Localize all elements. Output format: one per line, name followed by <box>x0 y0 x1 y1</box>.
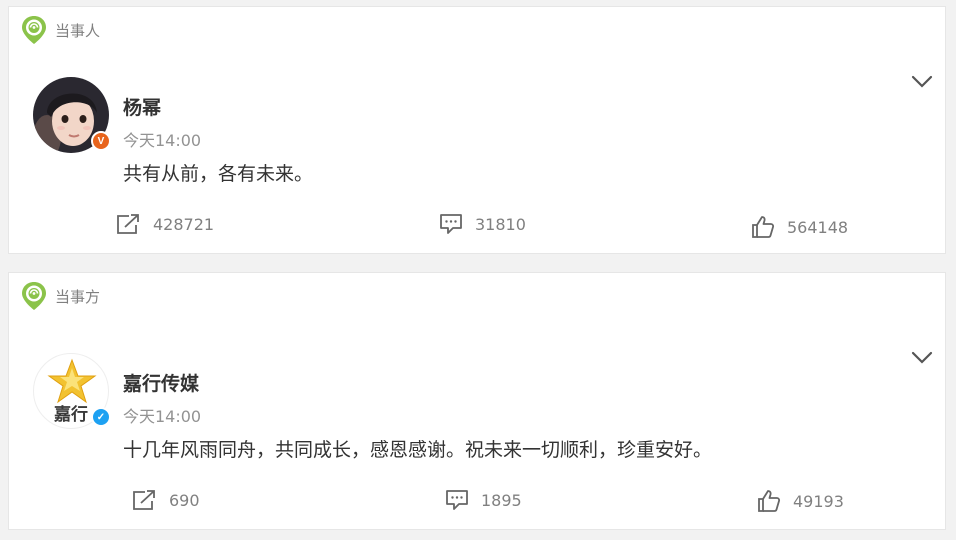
like-count: 564148 <box>787 217 849 237</box>
post-tag-label: 当事人 <box>55 21 101 40</box>
verified-badge: V <box>91 131 111 151</box>
comment-button[interactable]: 31810 <box>439 213 526 235</box>
like-button[interactable]: 49193 <box>757 489 844 513</box>
repost-count: 428721 <box>153 214 215 234</box>
weibo-post-card: 当事方 嘉行 ✓ 嘉行传媒 今天14:00 十几年风雨同舟，共同成长，感恩感谢。… <box>8 272 946 530</box>
comment-count: 31810 <box>475 214 526 234</box>
comment-icon <box>446 490 468 510</box>
author-avatar[interactable]: 嘉行 ✓ <box>33 353 111 429</box>
thumbs-up-icon <box>758 490 781 512</box>
like-count: 49193 <box>793 491 844 511</box>
post-tag: 当事方 <box>21 281 100 311</box>
verified-badge: ✓ <box>91 407 111 427</box>
comment-icon <box>440 214 462 234</box>
post-content: 十几年风雨同舟，共同成长，感恩感谢。祝未来一切顺利，珍重安好。 <box>123 439 713 461</box>
thumbs-up-icon <box>752 216 775 238</box>
chevron-down-icon[interactable] <box>911 75 933 89</box>
location-pin-icon <box>22 282 46 310</box>
post-time[interactable]: 今天14:00 <box>123 403 201 427</box>
comment-button[interactable]: 1895 <box>445 489 522 511</box>
weibo-post-card: 当事人 V 杨幂 今天14:00 共有从前，各有未来。 428721 31810… <box>8 6 946 254</box>
share-icon <box>117 214 139 234</box>
share-icon <box>133 490 155 510</box>
post-tag-label: 当事方 <box>55 287 101 306</box>
post-tag: 当事人 <box>21 15 100 45</box>
like-button[interactable]: 564148 <box>751 215 848 239</box>
chevron-down-icon[interactable] <box>911 351 933 365</box>
author-avatar[interactable]: V <box>33 77 111 153</box>
comment-count: 1895 <box>481 490 522 510</box>
location-pin-icon <box>22 16 46 44</box>
repost-count: 690 <box>169 490 200 510</box>
author-name[interactable]: 杨幂 <box>123 93 161 120</box>
post-time[interactable]: 今天14:00 <box>123 127 201 151</box>
repost-button[interactable]: 428721 <box>115 213 214 235</box>
author-name[interactable]: 嘉行传媒 <box>123 369 199 396</box>
repost-button[interactable]: 690 <box>131 489 200 511</box>
post-content: 共有从前，各有未来。 <box>123 163 314 185</box>
